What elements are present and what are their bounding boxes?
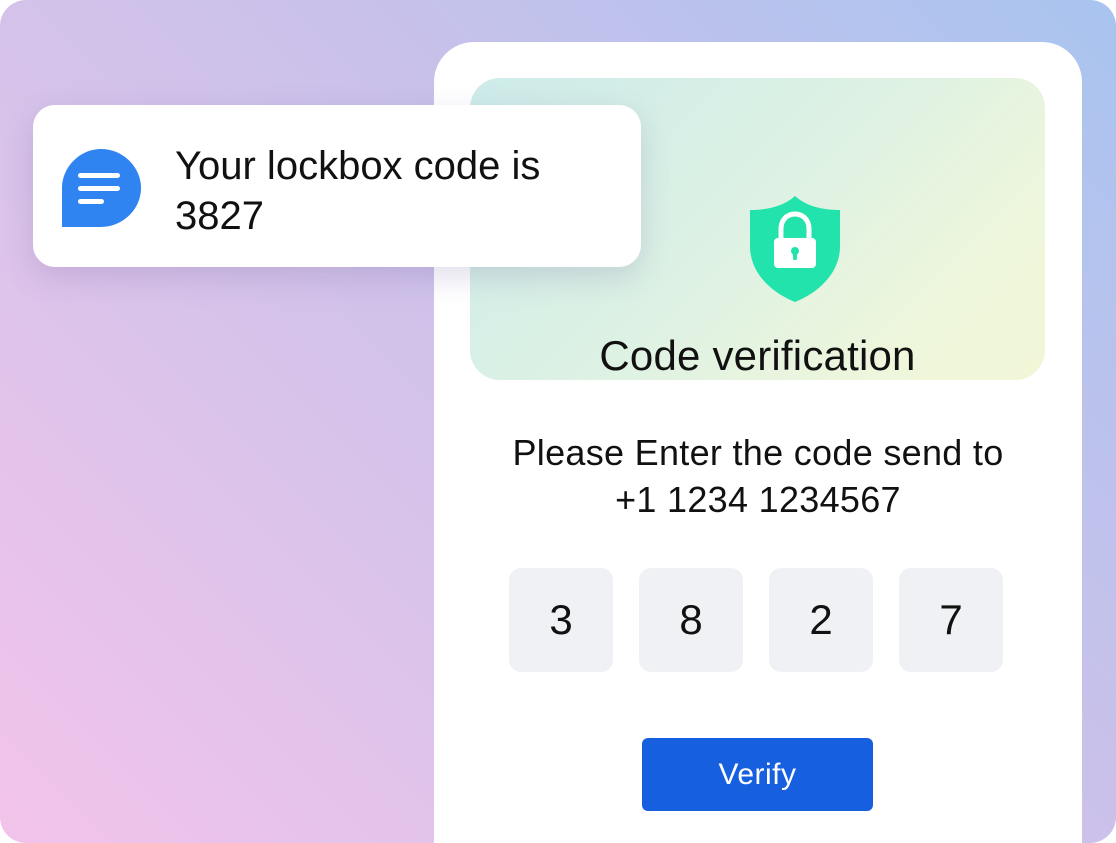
code-digit-3[interactable]: 2: [769, 568, 873, 672]
code-digit-2[interactable]: 8: [639, 568, 743, 672]
notification-line-1: Your lockbox code is: [175, 144, 541, 188]
sms-notification[interactable]: Your lockbox code is 3827: [33, 105, 641, 267]
page-title: Code verification: [599, 332, 916, 379]
notification-code: 3827: [175, 194, 264, 238]
notification-message: Your lockbox code is 3827: [175, 141, 615, 241]
code-digit-1[interactable]: 3: [509, 568, 613, 672]
code-digit-4[interactable]: 7: [899, 568, 1003, 672]
phone-number: +1 1234 1234567: [615, 479, 901, 520]
shield-lock-icon: [750, 196, 840, 302]
background: Code verification Please Enter the code …: [0, 0, 1116, 843]
message-icon: [62, 149, 141, 227]
instruction-text: Please Enter the code send to: [512, 432, 1004, 473]
verify-button[interactable]: Verify: [642, 738, 873, 811]
